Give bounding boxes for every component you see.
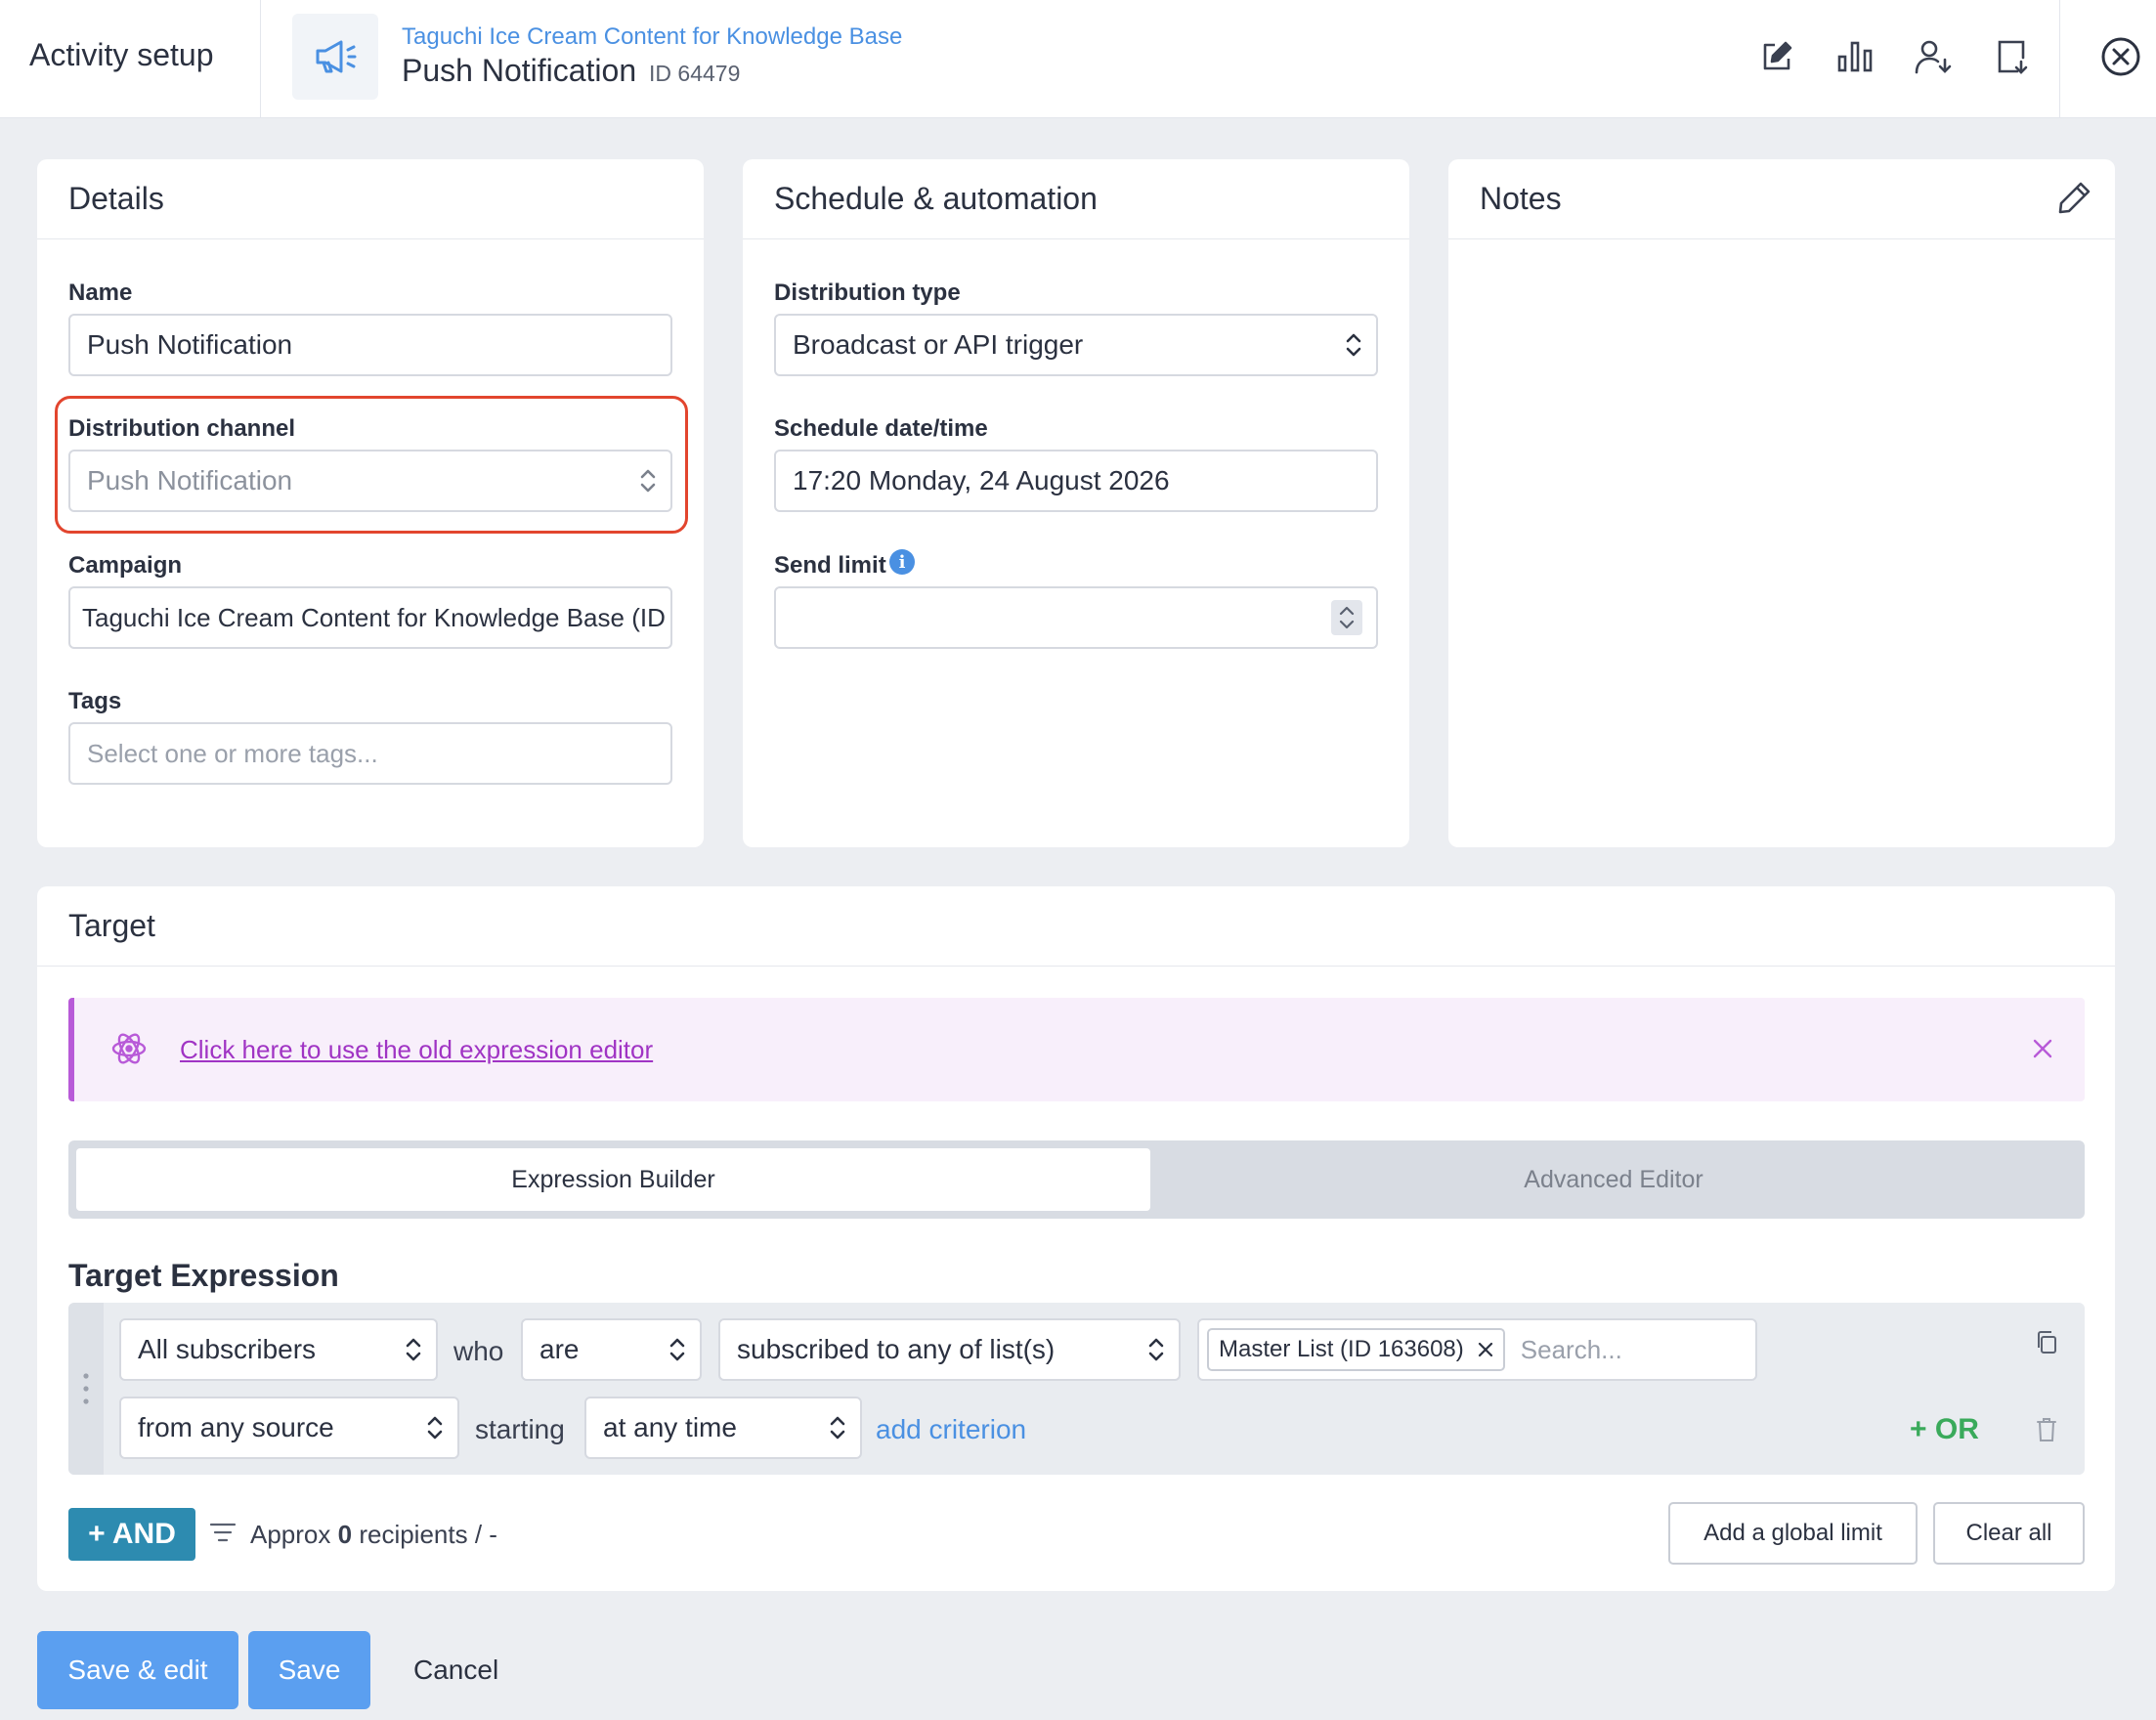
details-heading: Details	[37, 159, 704, 239]
close-icon[interactable]	[2097, 33, 2144, 80]
select-caret-icon	[640, 469, 656, 493]
clear-all-button[interactable]: Clear all	[1933, 1502, 2085, 1565]
distribution-channel-label: Distribution channel	[68, 415, 296, 442]
trash-icon[interactable]	[2036, 1417, 2057, 1442]
campaign-link[interactable]: Taguchi Ice Cream Content for Knowledge …	[402, 23, 902, 51]
list-search-input[interactable]: Search...	[1521, 1335, 1622, 1365]
campaign-input[interactable]: Taguchi Ice Cream Content for Knowledge …	[68, 586, 672, 649]
time-select[interactable]: at any time	[584, 1397, 862, 1459]
add-global-limit-button[interactable]: Add a global limit	[1668, 1502, 1918, 1565]
distribution-type-label: Distribution type	[774, 280, 961, 306]
copy-icon[interactable]	[2035, 1330, 2058, 1355]
notes-heading: Notes	[1448, 159, 2115, 239]
target-card: Target	[37, 886, 2115, 1591]
list-chip: Master List (ID 163608)	[1207, 1328, 1505, 1371]
select-caret-icon	[1148, 1338, 1164, 1361]
name-input[interactable]: Push Notification	[68, 314, 672, 376]
activity-setup-page: Activity setup Taguchi Ice Cream Content…	[0, 0, 2156, 1720]
edit-icon[interactable]	[1753, 33, 1800, 80]
list-chip-label: Master List (ID 163608)	[1219, 1336, 1464, 1362]
approx-recipients: Approx 0 recipients / -	[250, 1520, 497, 1550]
list-multiselect[interactable]: Master List (ID 163608) Search...	[1197, 1318, 1757, 1381]
select-caret-icon	[406, 1338, 421, 1361]
editor-mode-tabs: Expression Builder Advanced Editor	[68, 1140, 2085, 1219]
approx-suffix: recipients / -	[359, 1520, 497, 1549]
tags-label: Tags	[68, 688, 122, 714]
add-criterion-link[interactable]: add criterion	[876, 1414, 1026, 1445]
send-limit-input[interactable]	[774, 586, 1378, 649]
distribution-channel-value: Push Notification	[87, 465, 293, 495]
target-heading: Target	[37, 886, 2115, 967]
select-caret-icon	[427, 1416, 443, 1440]
filter-icon	[209, 1523, 237, 1542]
old-editor-link[interactable]: Click here to use the old expression edi…	[180, 1035, 653, 1065]
subject-value: All subscribers	[138, 1334, 317, 1364]
source-value: from any source	[138, 1412, 334, 1442]
cancel-button[interactable]: Cancel	[413, 1655, 498, 1686]
target-expression-title: Target Expression	[68, 1258, 339, 1293]
expression-group: All subscribers who are subscribed to an…	[68, 1303, 2085, 1475]
who-text: who	[453, 1336, 504, 1366]
activity-name: Push Notification ID 64479	[402, 53, 740, 89]
tags-input[interactable]: Select one or more tags...	[68, 722, 672, 785]
select-caret-icon	[669, 1338, 685, 1361]
remove-chip-icon[interactable]	[1478, 1342, 1493, 1357]
approx-count: 0	[337, 1520, 353, 1549]
activity-id: ID 64479	[649, 61, 741, 86]
add-or-button[interactable]: + OR	[1910, 1413, 1979, 1446]
pencil-icon[interactable]	[2057, 180, 2092, 215]
drag-handle-icon[interactable]	[68, 1303, 104, 1475]
megaphone-icon	[292, 14, 378, 100]
old-editor-banner: Click here to use the old expression edi…	[68, 998, 2085, 1101]
save-button[interactable]: Save	[248, 1631, 370, 1709]
subscriber-import-icon[interactable]	[1910, 33, 1957, 80]
approx-prefix: Approx	[250, 1520, 331, 1549]
verb-select[interactable]: are	[521, 1318, 702, 1381]
select-caret-icon	[830, 1416, 845, 1440]
export-icon[interactable]	[1988, 33, 2035, 80]
tab-expression-builder[interactable]: Expression Builder	[76, 1148, 1150, 1211]
verb-value: are	[539, 1334, 580, 1364]
distribution-type-value: Broadcast or API trigger	[793, 329, 1084, 360]
schedule-datetime-label: Schedule date/time	[774, 415, 988, 442]
send-limit-label: Send limit	[774, 552, 886, 579]
condition-select[interactable]: subscribed to any of list(s)	[718, 1318, 1181, 1381]
page-title: Activity setup	[29, 37, 214, 72]
add-and-button[interactable]: + AND	[68, 1508, 195, 1561]
notes-card: Notes	[1448, 159, 2115, 847]
condition-value: subscribed to any of list(s)	[737, 1334, 1056, 1364]
number-stepper-icon[interactable]	[1331, 600, 1362, 635]
save-and-edit-button[interactable]: Save & edit	[37, 1631, 238, 1709]
starting-text: starting	[475, 1414, 565, 1444]
schedule-heading: Schedule & automation	[743, 159, 1409, 239]
atom-icon	[111, 1033, 147, 1064]
subject-select[interactable]: All subscribers	[119, 1318, 438, 1381]
schedule-datetime-input[interactable]: 17:20 Monday, 24 August 2026	[774, 450, 1378, 512]
stats-icon[interactable]	[1832, 33, 1878, 80]
header-divider	[260, 0, 261, 118]
close-banner-icon[interactable]	[2032, 1038, 2053, 1059]
source-select[interactable]: from any source	[119, 1397, 459, 1459]
info-icon[interactable]: i	[889, 549, 915, 575]
campaign-label: Campaign	[68, 552, 183, 579]
time-value: at any time	[603, 1412, 737, 1442]
header-bar: Activity setup Taguchi Ice Cream Content…	[0, 0, 2156, 118]
select-caret-icon	[1346, 333, 1361, 357]
distribution-type-select[interactable]: Broadcast or API trigger	[774, 314, 1378, 376]
distribution-channel-select[interactable]: Push Notification	[68, 450, 672, 512]
header-divider-right	[2059, 0, 2060, 118]
activity-name-text: Push Notification	[402, 53, 637, 88]
tab-advanced-editor[interactable]: Advanced Editor	[1150, 1148, 2077, 1211]
name-label: Name	[68, 280, 133, 306]
